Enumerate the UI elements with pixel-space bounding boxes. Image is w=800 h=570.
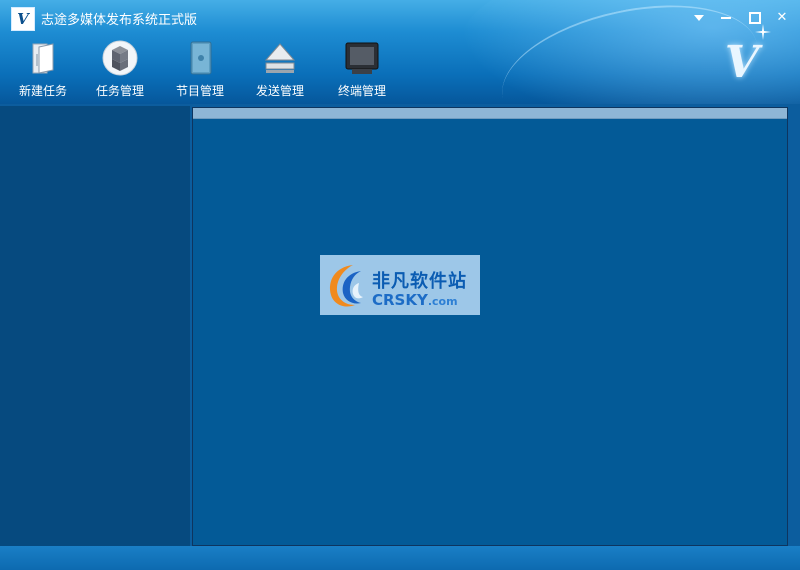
main-panel [192, 107, 788, 546]
app-window: V 志途多媒体发布系统正式版 ✕ 新建任务 任务管理 节目管理 发送管理 终端管… [0, 0, 800, 570]
minimize-button[interactable] [717, 9, 735, 27]
watermark-en-main: CRSKY [372, 291, 428, 309]
watermark-en-text: CRSKY.com [372, 291, 458, 309]
watermark-cn-text: 非凡软件站 [372, 271, 467, 292]
main-panel-header-strip [193, 108, 787, 119]
monitor-icon [344, 40, 380, 76]
dropdown-button[interactable] [690, 9, 708, 27]
close-icon: ✕ [776, 10, 788, 25]
minimize-icon [721, 16, 731, 19]
toolbar-label: 发送管理 [255, 84, 304, 98]
watermark-logo: 非凡软件站 CRSKY.com [320, 255, 480, 315]
toolbar-label: 新建任务 [18, 84, 67, 98]
eject-send-icon [262, 40, 298, 76]
close-button[interactable]: ✕ [773, 9, 791, 27]
dropdown-arrow-icon [694, 14, 704, 21]
left-pane [0, 106, 190, 546]
header: V 志途多媒体发布系统正式版 ✕ 新建任务 任务管理 节目管理 发送管理 终端管… [0, 0, 800, 104]
document-new-icon [25, 40, 61, 76]
toolbar-button-task-manage[interactable]: 任务管理 [88, 40, 152, 99]
window-title: 志途多媒体发布系统正式版 [41, 13, 198, 28]
toolbar-label: 任务管理 [95, 84, 144, 98]
panel-icon [182, 40, 218, 76]
toolbar-button-terminal-manage[interactable]: 终端管理 [330, 40, 394, 99]
toolbar-button-send-manage[interactable]: 发送管理 [248, 40, 312, 99]
toolbar-button-new-task[interactable]: 新建任务 [11, 40, 75, 99]
toolbar-label: 节目管理 [175, 84, 224, 98]
cubes-icon [102, 40, 138, 76]
app-logo-icon: V [11, 7, 35, 31]
toolbar-label: 终端管理 [337, 84, 386, 98]
brand-logo: V [724, 37, 760, 88]
sparkle-icon [755, 24, 771, 40]
maximize-icon [749, 11, 761, 24]
toolbar-button-program-manage[interactable]: 节目管理 [168, 40, 232, 99]
titlebar[interactable]: V 志途多媒体发布系统正式版 ✕ [0, 0, 800, 36]
swirl-logo-icon [329, 265, 363, 307]
watermark-en-suffix: .com [427, 295, 458, 308]
status-bar [0, 546, 800, 570]
